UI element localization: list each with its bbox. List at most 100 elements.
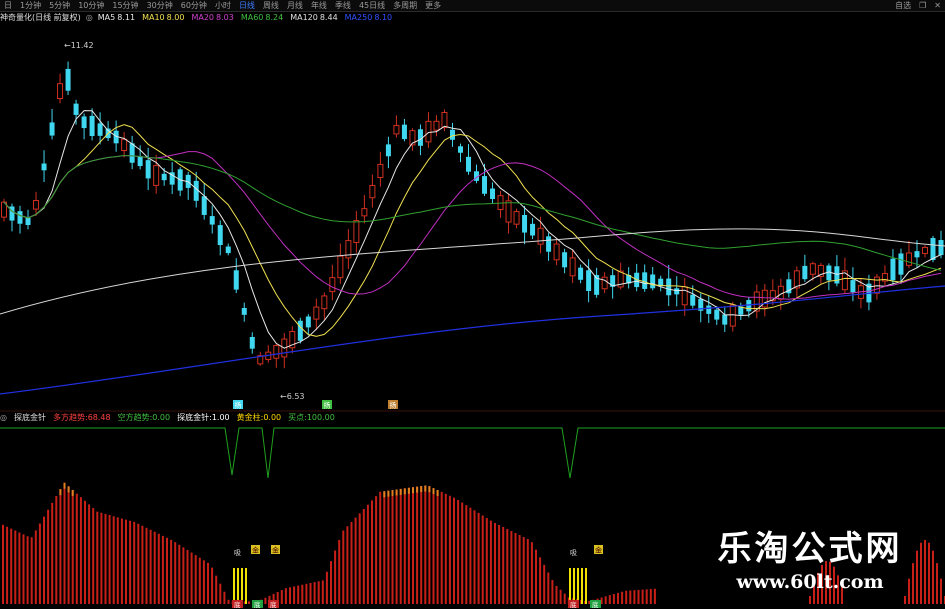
chart-title: 神奇量化(日线 前复权) (0, 13, 81, 22)
restore-icon[interactable]: ❐ (915, 0, 930, 12)
candlestick (49, 108, 55, 140)
candlestick (73, 99, 79, 125)
candlestick (802, 254, 808, 282)
candlestick (209, 205, 215, 234)
period-tab[interactable]: 多周期 (389, 0, 421, 12)
candlestick (706, 295, 712, 323)
ma-legend-item: MA120 8.44 (290, 13, 338, 22)
candlestick (377, 151, 384, 187)
svg-text:底: 底 (270, 600, 277, 609)
candlestick (225, 243, 231, 256)
svg-text:金: 金 (272, 546, 279, 555)
candlestick (289, 326, 296, 354)
svg-text:金: 金 (252, 546, 259, 555)
candlestick (626, 267, 632, 289)
candlestick (249, 332, 255, 354)
indicator-chart: 吸吸金金金底底底底底 (0, 427, 945, 609)
candlestick (769, 279, 776, 306)
candlestick (465, 144, 471, 175)
candlestick (546, 232, 552, 261)
candlestick (841, 257, 848, 294)
period-tab[interactable]: 月线 (283, 0, 307, 12)
period-tab[interactable]: 45日线 (355, 0, 389, 12)
signal-marker: 扬 (233, 400, 243, 410)
candlestick (817, 263, 824, 284)
candlestick (353, 210, 360, 253)
candlestick (753, 284, 760, 319)
period-toolbar: 日 1分钟 5分钟 10分钟 15分钟 30分钟 60分钟 小时 日线 周线 月线 年线 季线 45日线多… (0, 0, 945, 12)
period-tab[interactable]: 周线 (259, 0, 283, 12)
signal-label: 吸 (570, 549, 577, 557)
candlestick (385, 136, 391, 169)
period-tab[interactable]: 日线 (235, 0, 259, 12)
candlestick (401, 118, 407, 142)
candlestick (305, 314, 311, 336)
candlestick (25, 209, 31, 230)
buy-point-line (0, 427, 945, 479)
candlestick (313, 298, 320, 331)
candlestick (345, 229, 352, 270)
candlestick (850, 267, 856, 302)
candlestick (17, 205, 23, 234)
candlestick (793, 266, 800, 298)
period-tab[interactable]: 15分钟 (108, 0, 142, 12)
watchlist-button[interactable]: 自选 (891, 0, 915, 12)
period-tab[interactable]: 1分钟 (16, 0, 45, 12)
svg-text:扬: 扬 (390, 401, 397, 410)
svg-text:扬: 扬 (324, 401, 331, 410)
candlestick (121, 132, 128, 158)
candlestick (873, 274, 880, 300)
candlestick (201, 183, 207, 220)
period-tab[interactable]: 日 (0, 0, 16, 12)
candlestick (617, 262, 624, 290)
candlestick (497, 190, 504, 218)
candlestick (409, 128, 416, 151)
candlestick (297, 317, 303, 344)
candlestick (329, 264, 336, 301)
candlestick (786, 272, 792, 298)
ma20-line (3, 151, 942, 300)
period-tab[interactable]: 5分钟 (45, 0, 74, 12)
ma-legend-item: MA10 8.00 (142, 13, 185, 22)
candlestick (177, 167, 183, 197)
candlestick (898, 248, 904, 284)
period-tab[interactable]: 季线 (331, 0, 355, 12)
candlestick (834, 255, 840, 287)
period-tab[interactable]: 10分钟 (74, 0, 108, 12)
period-tab[interactable]: 年线 (307, 0, 331, 12)
low-price-label: ←6.53 (280, 392, 305, 401)
period-tab[interactable]: 小时 (211, 0, 235, 12)
candlestick (321, 292, 328, 320)
candlestick (457, 143, 463, 163)
candlestick (169, 162, 175, 194)
candlestick (65, 61, 71, 96)
svg-text:底: 底 (234, 600, 241, 609)
candlestick (921, 245, 928, 258)
candlestick (674, 276, 680, 307)
period-tab[interactable]: 30分钟 (143, 0, 177, 12)
candlestick (153, 154, 160, 194)
candlestick (81, 113, 87, 140)
close-icon[interactable]: ✕ (930, 0, 945, 12)
candlestick (145, 147, 151, 191)
period-tab[interactable]: 更多 (421, 0, 445, 12)
candlestick (9, 203, 15, 232)
candlestick (601, 272, 608, 294)
main-chart-legend: 神奇量化(日线 前复权) ◎ MA5 8.11 MA10 8.00 MA20 8.03 MA… (0, 12, 945, 24)
bottom-signal: 底 (268, 600, 279, 609)
ma-legend-item: MA250 8.10 (344, 13, 393, 22)
candlestick (634, 263, 640, 292)
candlestick (241, 302, 247, 322)
bottom-signal: 底 (232, 600, 243, 609)
settings-icon[interactable]: ◎ (86, 12, 98, 24)
ma-legend-item: MA5 8.11 (97, 13, 136, 22)
candlestick (826, 263, 832, 291)
candlestick (905, 240, 912, 269)
candlestick (881, 265, 888, 286)
candlestick (610, 269, 616, 299)
ma60-line (3, 154, 942, 271)
candlestick (41, 150, 47, 183)
period-tab[interactable]: 60分钟 (177, 0, 211, 12)
candlestick (273, 343, 280, 368)
candlestick (650, 266, 656, 291)
